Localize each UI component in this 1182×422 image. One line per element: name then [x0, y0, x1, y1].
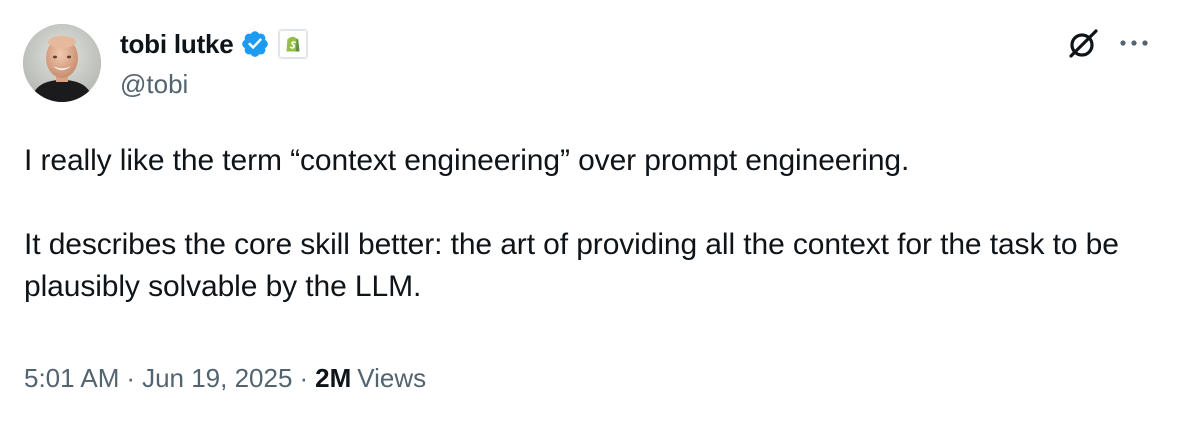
tweet-metadata: 5:01 AM · Jun 19, 2025 · 2M Views — [24, 358, 426, 398]
tweet-text: I really like the term “context engineer… — [24, 140, 1154, 308]
avatar[interactable] — [23, 24, 101, 102]
meta-separator: · — [299, 363, 309, 393]
grok-icon[interactable] — [1065, 26, 1101, 62]
avatar-image — [23, 24, 101, 102]
tweet-paragraph: It describes the core skill better: the … — [24, 228, 1119, 303]
views-count[interactable]: 2M — [315, 358, 351, 398]
verified-badge-icon[interactable] — [240, 29, 270, 59]
views-label[interactable]: Views — [357, 358, 426, 398]
author-name-row: tobi lutke — [120, 24, 308, 64]
meta-separator: · — [126, 363, 136, 393]
tweet-time[interactable]: 5:01 AM — [24, 358, 119, 398]
shopify-logo-icon[interactable] — [277, 29, 308, 59]
tweet-paragraph: I really like the term “context engineer… — [24, 144, 910, 177]
author-handle[interactable]: @tobi — [120, 64, 188, 104]
more-options-icon[interactable] — [1114, 27, 1154, 63]
author-display-name[interactable]: tobi lutke — [120, 24, 234, 64]
tweet-date[interactable]: Jun 19, 2025 — [142, 358, 292, 398]
tweet-card: tobi lutke @tobi I really like the term … — [0, 0, 1182, 422]
